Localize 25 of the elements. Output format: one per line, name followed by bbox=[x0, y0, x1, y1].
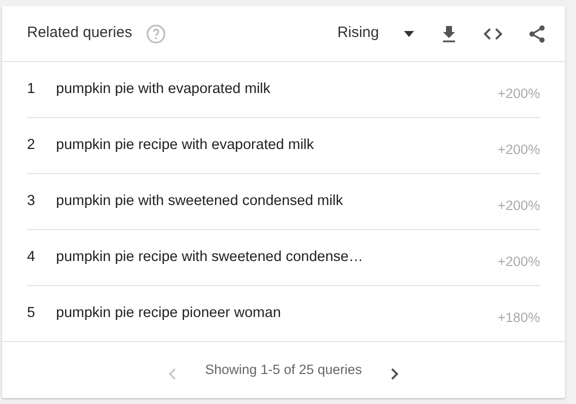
query-text: pumpkin pie recipe with evaporated milk bbox=[56, 136, 314, 155]
change-value: +200% bbox=[498, 141, 540, 160]
rank-number: 2 bbox=[27, 136, 36, 155]
query-text: pumpkin pie recipe with sweetened condense… bbox=[56, 248, 364, 267]
query-row[interactable]: 1 pumpkin pie with evaporated milk +200% bbox=[27, 62, 540, 118]
query-row[interactable]: 3 pumpkin pie with sweetened condensed milk +200% bbox=[27, 174, 540, 230]
caret-icon bbox=[403, 30, 415, 38]
rank-number: 4 bbox=[27, 248, 36, 267]
query-row[interactable]: 5 pumpkin pie recipe pioneer woman +180% bbox=[2, 286, 565, 342]
pagination-text: Showing 1-5 of 25 queries bbox=[205, 360, 362, 379]
query-text: pumpkin pie recipe pioneer woman bbox=[56, 304, 281, 323]
change-value: +200% bbox=[498, 253, 540, 272]
change-value: +200% bbox=[498, 197, 540, 216]
rank-number: 3 bbox=[27, 192, 36, 211]
share-icon[interactable] bbox=[527, 24, 547, 44]
query-text: pumpkin pie with evaporated milk bbox=[56, 80, 270, 99]
query-text: pumpkin pie with sweetened condensed milk bbox=[56, 192, 343, 211]
change-value: +180% bbox=[498, 309, 540, 328]
query-row[interactable]: 4 pumpkin pie recipe with sweetened condense… +200% bbox=[27, 230, 540, 286]
change-value: +200% bbox=[498, 85, 540, 104]
rank-number: 5 bbox=[27, 304, 36, 323]
rank-number: 1 bbox=[27, 80, 36, 99]
panel-title: Related queries bbox=[27, 23, 132, 44]
query-row[interactable]: 2 pumpkin pie recipe with evaporated milk +200% bbox=[27, 118, 540, 174]
filter-dropdown[interactable]: Rising bbox=[337, 22, 415, 45]
